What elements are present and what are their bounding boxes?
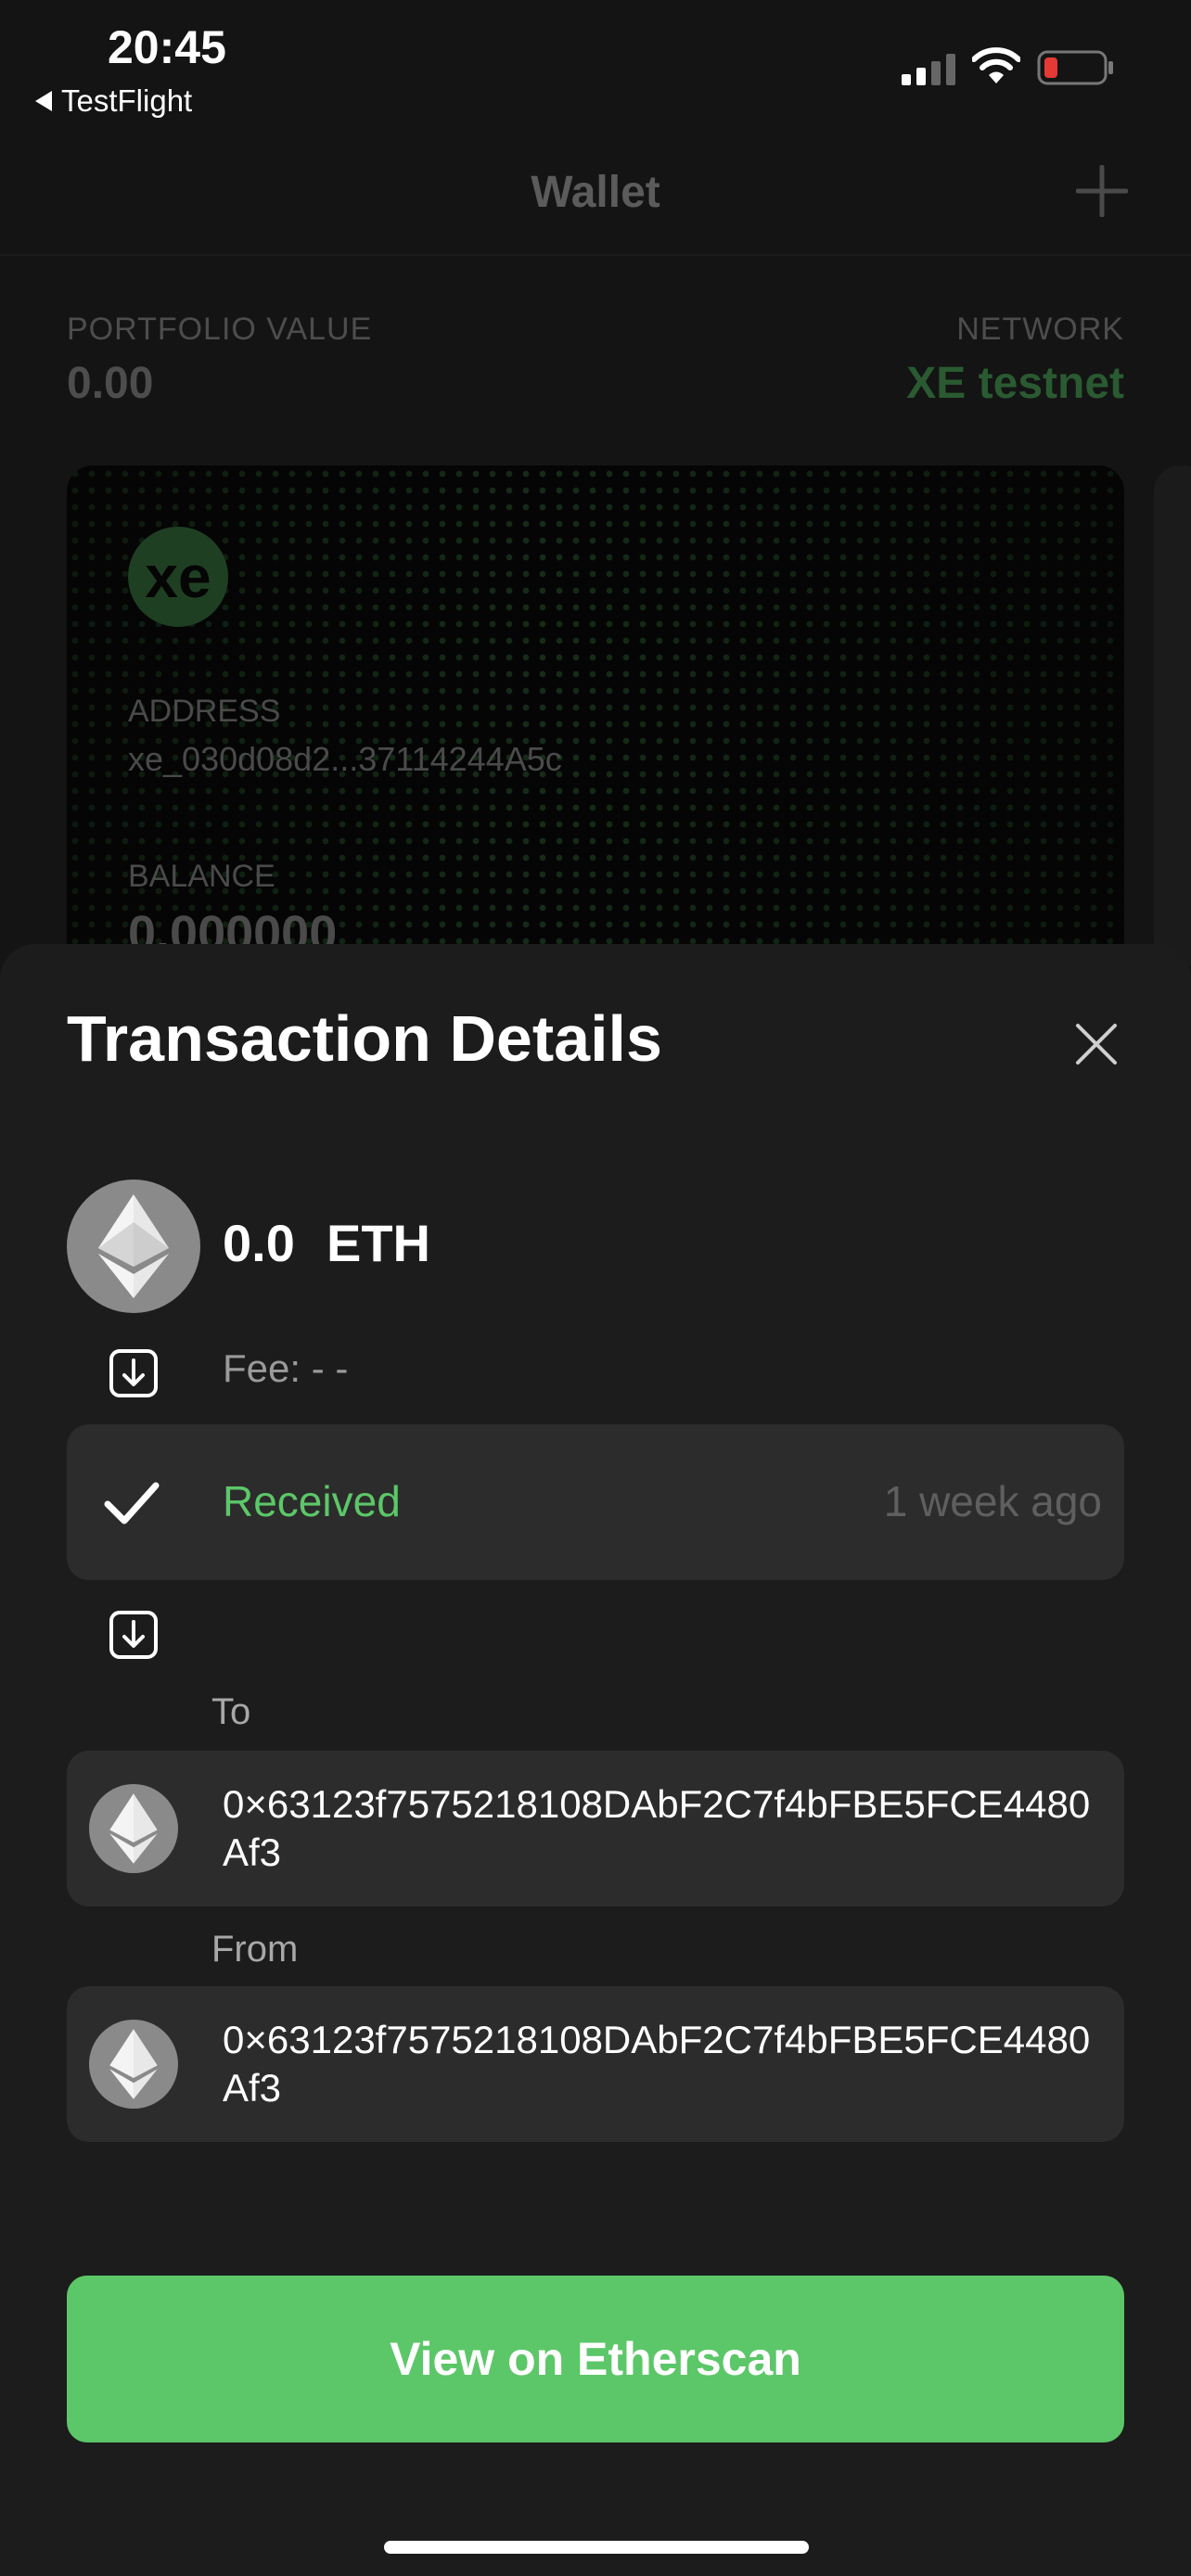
view-on-etherscan-button[interactable]: View on Etherscan xyxy=(67,2276,1124,2442)
portfolio-value: 0.00 xyxy=(67,359,154,408)
back-to-app-button[interactable]: TestFlight xyxy=(35,83,192,119)
sheet-title: Transaction Details xyxy=(67,1002,662,1075)
wallet-card[interactable]: xe ADDRESS xe_030d08d2...37114244A5c BAL… xyxy=(67,465,1124,966)
network-value[interactable]: XE testnet xyxy=(906,358,1124,409)
plus-icon[interactable] xyxy=(1076,165,1128,217)
signal-icon xyxy=(902,54,955,85)
portfolio-value-label: PORTFOLIO VALUE xyxy=(67,312,373,347)
card-balance-label: BALANCE xyxy=(128,859,275,894)
amount-value: 0.0 xyxy=(223,1214,295,1272)
back-app-label: TestFlight xyxy=(61,83,193,118)
transaction-details-sheet: Transaction Details 0.0 ETH Fee: - - Rec… xyxy=(0,944,1191,2576)
close-icon[interactable] xyxy=(1070,1018,1122,1070)
network-label: NETWORK xyxy=(956,312,1124,347)
card-address-label: ADDRESS xyxy=(128,694,281,729)
to-address: 0×63123f7575218108DAbF2C7f4bFBE5FCE4480A… xyxy=(223,1782,1091,1874)
back-arrow-icon xyxy=(35,91,52,111)
from-address-row[interactable]: 0×63123f7575218108DAbF2C7f4bFBE5FCE4480A… xyxy=(67,1986,1124,2142)
from-label: From xyxy=(211,1929,299,1970)
checkmark-icon xyxy=(104,1482,160,1524)
to-address-row[interactable]: 0×63123f7575218108DAbF2C7f4bFBE5FCE4480A… xyxy=(67,1751,1124,1906)
amount-unit: ETH xyxy=(327,1214,430,1272)
ethereum-icon xyxy=(89,1784,178,1873)
next-wallet-card[interactable] xyxy=(1154,465,1191,966)
ethereum-icon xyxy=(89,2020,178,2109)
status-row: Received 1 week ago xyxy=(67,1424,1124,1580)
to-label: To xyxy=(211,1691,251,1732)
status-time: 20:45 xyxy=(108,21,226,73)
home-indicator[interactable] xyxy=(384,2541,809,2554)
arrow-down-box-icon xyxy=(109,1349,158,1397)
fee-text: Fee: - - xyxy=(223,1346,349,1390)
battery-icon xyxy=(1037,50,1113,85)
wifi-icon xyxy=(972,47,1020,83)
ethereum-icon xyxy=(67,1180,200,1313)
arrow-down-box-icon xyxy=(109,1611,158,1659)
card-address: xe_030d08d2...37114244A5c xyxy=(128,740,562,778)
from-address: 0×63123f7575218108DAbF2C7f4bFBE5FCE4480A… xyxy=(223,2018,1091,2110)
status-time-ago: 1 week ago xyxy=(883,1477,1102,1525)
status-bar: 20:45 TestFlight xyxy=(0,0,1191,130)
status-text: Received xyxy=(223,1477,401,1525)
page-title: Wallet xyxy=(531,168,660,217)
nav-bar: Wallet xyxy=(0,148,1191,256)
xe-logo: xe xyxy=(128,527,228,627)
